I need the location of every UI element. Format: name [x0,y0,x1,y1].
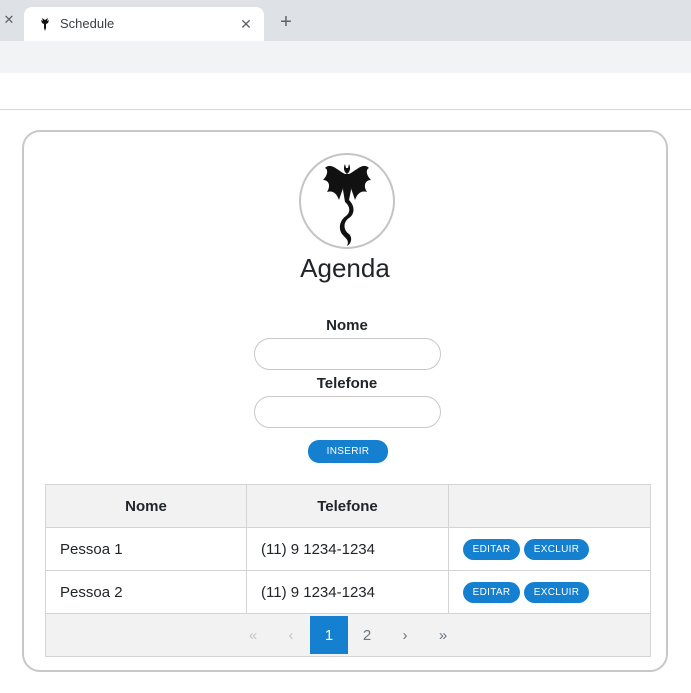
pagination: « ‹ 1 2 › » [46,616,650,654]
next-page-button[interactable]: › [386,616,424,654]
page-button-1[interactable]: 1 [310,616,348,654]
cell-actions: EDITAR EXCLUIR [448,570,651,614]
page-topbar [0,73,691,110]
page-title: Agenda [300,253,390,283]
first-page-button[interactable]: « [234,616,272,654]
tab-title: Schedule [60,16,115,31]
name-label: Nome [326,317,368,334]
cell-name: Pessoa 1 [45,527,247,571]
dragon-icon [323,164,371,246]
prev-page-button[interactable]: ‹ [272,616,310,654]
column-header-name: Nome [45,484,247,528]
table-row: Pessoa 1 (11) 9 1234-1234 EDITAR EXCLUIR [45,527,651,571]
browser-tabstrip: ✕ Schedule ✕ + [0,0,691,41]
cell-actions: EDITAR EXCLUIR [448,527,651,571]
tab-close-icon[interactable]: ✕ [238,16,254,32]
phone-input[interactable] [254,396,441,428]
browser-tab-schedule[interactable]: Schedule ✕ [24,7,264,41]
avatar [299,153,395,249]
page-button-2[interactable]: 2 [348,616,386,654]
contacts-table: Nome Telefone Pessoa 1 (11) 9 1234-1234 … [45,484,651,657]
close-icon[interactable]: ✕ [2,12,16,27]
new-tab-icon[interactable]: + [276,12,296,32]
browser-toolbar [0,41,691,73]
delete-button[interactable]: EXCLUIR [524,538,589,560]
table-row: Pessoa 2 (11) 9 1234-1234 EDITAR EXCLUIR [45,570,651,614]
edit-button[interactable]: EDITAR [463,538,520,560]
edit-button[interactable]: EDITAR [463,581,520,603]
agenda-card: Agenda Nome Telefone INSERIR Nome Telefo… [22,130,668,672]
pagination-cell: « ‹ 1 2 › » [45,613,651,657]
pagination-row: « ‹ 1 2 › » [45,613,651,657]
cell-phone: (11) 9 1234-1234 [246,527,449,571]
insert-button[interactable]: INSERIR [308,440,388,463]
name-input[interactable] [254,338,441,370]
table-header-row: Nome Telefone [45,484,651,528]
cell-phone: (11) 9 1234-1234 [246,570,449,614]
dragon-favicon-icon [41,18,49,31]
column-header-actions [448,484,651,528]
delete-button[interactable]: EXCLUIR [524,581,589,603]
cell-name: Pessoa 2 [45,570,247,614]
last-page-button[interactable]: » [424,616,462,654]
column-header-phone: Telefone [246,484,449,528]
phone-label: Telefone [316,375,378,392]
